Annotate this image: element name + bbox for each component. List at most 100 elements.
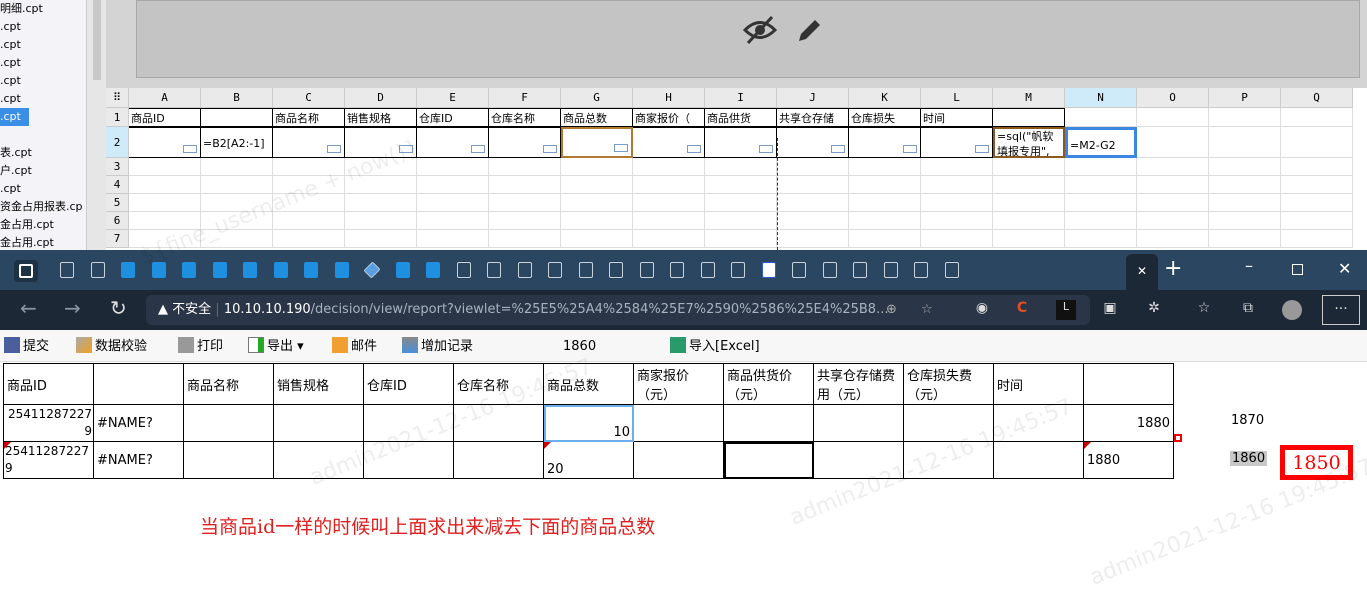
designer-cell[interactable]	[201, 158, 273, 176]
designer-cell[interactable]	[993, 212, 1065, 230]
column-header-P[interactable]: P	[1209, 88, 1281, 108]
designer-cell[interactable]	[273, 176, 345, 194]
settings-menu-button[interactable]: ···	[1322, 295, 1360, 325]
designer-cell[interactable]	[201, 176, 273, 194]
designer-cell[interactable]	[561, 194, 633, 212]
designer-cell[interactable]	[1209, 176, 1281, 194]
designer-cell[interactable]	[921, 127, 993, 158]
designer-cell[interactable]	[489, 127, 561, 158]
report-cell[interactable]	[453, 441, 544, 479]
designer-cell[interactable]	[849, 127, 921, 158]
designer-cell[interactable]	[1281, 230, 1353, 248]
designer-cell[interactable]	[1209, 212, 1281, 230]
designer-cell[interactable]	[345, 230, 417, 248]
designer-cell[interactable]	[417, 212, 489, 230]
designer-cell[interactable]	[1065, 108, 1137, 127]
report-cell[interactable]	[993, 441, 1084, 479]
report-cell[interactable]	[363, 404, 454, 442]
file-item[interactable]: 资金占用报表.cp	[0, 198, 86, 216]
designer-cell[interactable]	[1137, 158, 1209, 176]
browser-tab[interactable]	[334, 262, 349, 278]
designer-cell[interactable]	[417, 176, 489, 194]
browser-tab[interactable]	[182, 262, 196, 278]
report-cell[interactable]	[633, 441, 724, 479]
extension-glasses-icon[interactable]: ▣	[1100, 300, 1120, 320]
browser-tab[interactable]	[853, 262, 867, 278]
designer-cell[interactable]	[1209, 194, 1281, 212]
designer-cell[interactable]	[1281, 176, 1353, 194]
designer-cell[interactable]	[129, 158, 201, 176]
browser-tab[interactable]	[548, 262, 562, 278]
favorites-icon[interactable]: ☆	[1194, 300, 1214, 320]
designer-cell[interactable]	[993, 176, 1065, 194]
extension-icon[interactable]: ◉	[972, 300, 992, 320]
designer-cell[interactable]	[129, 176, 201, 194]
file-item[interactable]: 金占用.cpt	[0, 234, 86, 250]
validate-button[interactable]: 数据校验	[76, 337, 147, 357]
active-tab-close-button[interactable]: ✕	[1126, 254, 1158, 290]
row-header-6[interactable]: 6	[106, 212, 129, 230]
designer-cell[interactable]	[345, 212, 417, 230]
browser-tab[interactable]	[90, 262, 105, 278]
designer-cell[interactable]	[345, 158, 417, 176]
browser-tab[interactable]	[487, 262, 501, 278]
designer-cell[interactable]: 共享仓存储	[777, 108, 849, 127]
designer-cell[interactable]	[777, 176, 849, 194]
designer-cell[interactable]	[633, 212, 705, 230]
designer-cell[interactable]	[705, 127, 777, 158]
designer-cell[interactable]: 仓库ID	[417, 108, 489, 127]
designer-cell[interactable]	[345, 194, 417, 212]
designer-cell[interactable]	[201, 108, 273, 127]
column-header-I[interactable]: I	[705, 88, 777, 108]
designer-cell[interactable]: 商品供货	[705, 108, 777, 127]
designer-cell[interactable]	[561, 176, 633, 194]
designer-cell[interactable]	[201, 230, 273, 248]
browser-tab[interactable]	[761, 262, 776, 278]
browser-tab[interactable]	[792, 262, 806, 278]
designer-cell[interactable]	[273, 127, 345, 158]
designer-cell[interactable]	[1137, 108, 1209, 127]
designer-cell[interactable]	[1137, 212, 1209, 230]
designer-cell[interactable]	[633, 158, 705, 176]
designer-cell[interactable]	[705, 230, 777, 248]
extension-c-icon[interactable]: C	[1012, 300, 1032, 320]
designer-cell[interactable]	[201, 212, 273, 230]
row-header-1[interactable]: 1	[106, 108, 129, 127]
designer-cell[interactable]	[489, 230, 561, 248]
report-cell[interactable]: 254112872279	[3, 441, 94, 479]
file-item[interactable]: .cpt	[0, 90, 86, 108]
designer-cell[interactable]	[273, 194, 345, 212]
browser-tab[interactable]	[639, 262, 654, 278]
column-header-O[interactable]: O	[1137, 88, 1209, 108]
designer-cell[interactable]	[489, 176, 561, 194]
favorite-add-icon[interactable]: ☆	[921, 295, 933, 325]
file-item[interactable]: .cpt	[0, 180, 86, 198]
designer-cell[interactable]	[489, 158, 561, 176]
browser-tab[interactable]	[883, 262, 898, 278]
browser-tab[interactable]	[517, 262, 532, 278]
report-cell[interactable]	[723, 404, 814, 442]
browser-tab[interactable]	[670, 262, 684, 278]
minimize-button[interactable]: –	[1245, 256, 1253, 275]
designer-cell[interactable]	[561, 212, 633, 230]
designer-cell[interactable]	[201, 194, 273, 212]
file-item[interactable]: .cpt	[0, 72, 86, 90]
designer-cell[interactable]	[1065, 230, 1137, 248]
browser-tab[interactable]	[700, 262, 715, 278]
browser-tab[interactable]	[363, 261, 381, 279]
report-cell[interactable]	[183, 441, 274, 479]
file-item[interactable]: 户.cpt	[0, 162, 86, 180]
designer-cell[interactable]: 商品总数	[561, 108, 633, 127]
designer-cell[interactable]	[1281, 194, 1353, 212]
designer-cell[interactable]: 商家报价（	[633, 108, 705, 127]
column-header-B[interactable]: B	[201, 88, 273, 108]
select-all-corner[interactable]: ⠿	[106, 88, 129, 108]
new-tab-button[interactable]: +	[1164, 256, 1182, 281]
designer-cell[interactable]	[921, 212, 993, 230]
report-cell[interactable]: 1880	[1083, 441, 1174, 479]
maximize-button[interactable]	[1292, 264, 1303, 275]
designer-cell[interactable]	[561, 127, 633, 158]
designer-cell[interactable]	[777, 230, 849, 248]
designer-cell[interactable]	[849, 230, 921, 248]
designer-cell[interactable]	[345, 176, 417, 194]
